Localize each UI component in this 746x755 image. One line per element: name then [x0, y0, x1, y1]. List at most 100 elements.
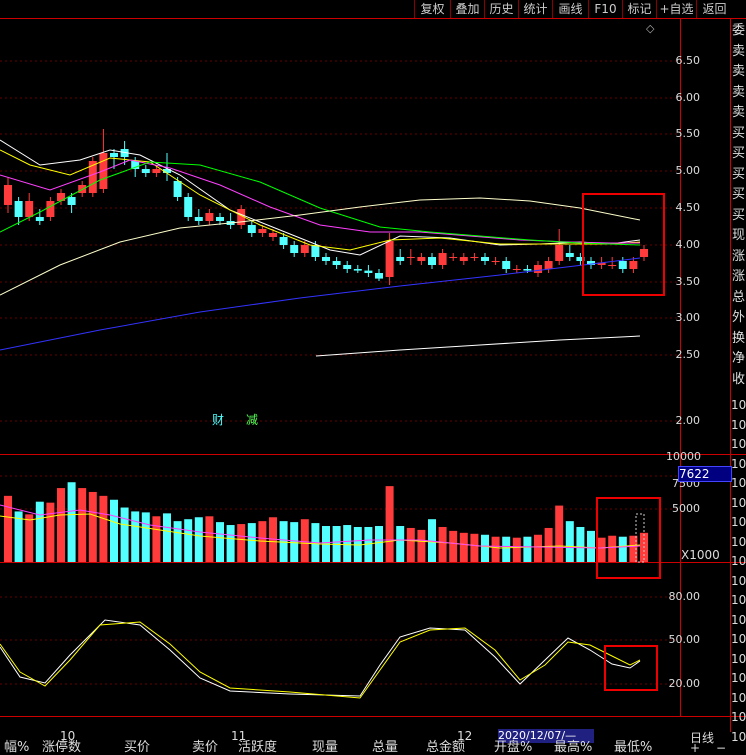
side-label: 卖	[732, 43, 746, 59]
volume-bar	[46, 502, 55, 562]
column-header[interactable]: 幅%	[4, 736, 29, 755]
volume-bar	[438, 526, 447, 562]
column-header[interactable]: 卖价	[192, 736, 218, 755]
volume-bar	[88, 491, 97, 562]
candle-body	[459, 257, 468, 261]
zoom-in-button[interactable]: +	[690, 742, 700, 754]
volume-tick: 5000	[672, 502, 700, 515]
price-tick: 4.50	[675, 201, 701, 214]
column-header[interactable]: 涨停数	[42, 736, 81, 755]
side-value: 10	[731, 554, 746, 568]
volume-bar	[555, 505, 564, 562]
side-label: 买	[732, 146, 746, 161]
candle-body	[491, 261, 500, 262]
highlight-box-volume	[596, 497, 661, 579]
column-header[interactable]: 现量	[312, 736, 338, 755]
volume-bar	[406, 527, 415, 562]
price-tick: 4.00	[675, 238, 701, 251]
candle-body	[258, 229, 267, 233]
candle-body	[184, 197, 193, 217]
side-value: 10	[731, 710, 746, 724]
side-label: 收	[732, 371, 746, 387]
volume-bar	[481, 534, 489, 562]
side-value: 10	[731, 398, 746, 412]
side-label: 买	[732, 187, 746, 202]
column-header[interactable]: 总量	[372, 736, 398, 755]
column-header[interactable]: 最低%	[614, 736, 652, 755]
side-value: 10	[731, 495, 746, 510]
highlight-box-indicator	[604, 645, 658, 691]
candle-body	[35, 217, 44, 221]
volume-bar	[470, 533, 479, 562]
candle-body	[565, 253, 574, 257]
side-value: 10	[731, 417, 746, 432]
candle-body	[194, 217, 203, 221]
side-label: 卖	[732, 84, 746, 100]
candle-body	[46, 201, 55, 217]
side-value: 10	[731, 593, 746, 607]
diamond-icon[interactable]: ◇	[646, 22, 654, 35]
column-header[interactable]: 总金额	[426, 736, 465, 755]
candle-body	[385, 241, 394, 277]
candle-body	[438, 253, 447, 265]
candle-body	[353, 269, 362, 271]
volume-bar	[194, 517, 203, 562]
price-tick: 2.00	[675, 414, 701, 427]
column-header[interactable]: 开盘%	[494, 736, 532, 755]
candle-body	[322, 257, 330, 261]
candle-body	[279, 237, 288, 245]
side-label: 外	[732, 310, 746, 325]
candle-body	[406, 257, 415, 258]
candle-body	[375, 273, 383, 279]
side-value: 10	[731, 612, 746, 627]
candle-body	[173, 181, 182, 197]
volume-bar	[449, 530, 458, 562]
candle-body	[502, 261, 511, 269]
indicator-tick: 80.00	[668, 590, 701, 603]
volume-bar	[576, 526, 585, 562]
candle-body	[417, 257, 426, 261]
candle-body	[152, 169, 161, 173]
volume-bar	[343, 525, 352, 562]
side-label: 换	[732, 330, 746, 346]
volume-bar	[512, 537, 521, 562]
side-label: 卖	[732, 105, 746, 120]
reduce-badge[interactable]: 减	[246, 411, 258, 428]
side-value: 10	[731, 651, 746, 666]
side-value: 10	[731, 476, 746, 490]
column-header[interactable]: 活跃度	[238, 736, 277, 755]
column-header[interactable]: 买价	[124, 736, 150, 755]
side-value: 10	[731, 437, 746, 451]
volume-bar	[300, 519, 309, 562]
side-value: 10	[731, 573, 746, 588]
side-label: 买	[732, 125, 746, 141]
volume-bar	[544, 527, 553, 562]
indicator-tick: 50.00	[668, 633, 701, 646]
candle-body	[332, 261, 341, 265]
volume-bar	[216, 522, 224, 562]
candle-body	[481, 257, 489, 261]
side-value: 10	[731, 632, 746, 646]
zoom-out-button[interactable]: −	[716, 742, 726, 754]
candle-body	[141, 169, 150, 173]
price-tick: 6.00	[675, 91, 701, 104]
side-label: 净	[732, 351, 746, 366]
volume-tick: 10000	[666, 450, 701, 463]
volume-bar	[141, 512, 150, 562]
column-header[interactable]: 最高%	[554, 736, 592, 755]
candle-body	[311, 245, 320, 257]
finance-badge[interactable]: 财	[212, 411, 224, 428]
volume-bar	[247, 523, 256, 562]
kline-chart	[0, 60, 680, 699]
side-value: 10	[731, 671, 746, 685]
candle-body	[512, 269, 521, 270]
volume-bar	[35, 501, 44, 562]
candle-body	[290, 245, 299, 253]
volume-bar	[534, 534, 542, 562]
ma5-line	[0, 139, 641, 256]
side-label: 买	[732, 207, 746, 223]
d-line	[0, 621, 641, 699]
volume-bar	[396, 526, 405, 562]
volume-bar	[25, 514, 34, 562]
candle-body	[269, 233, 277, 237]
